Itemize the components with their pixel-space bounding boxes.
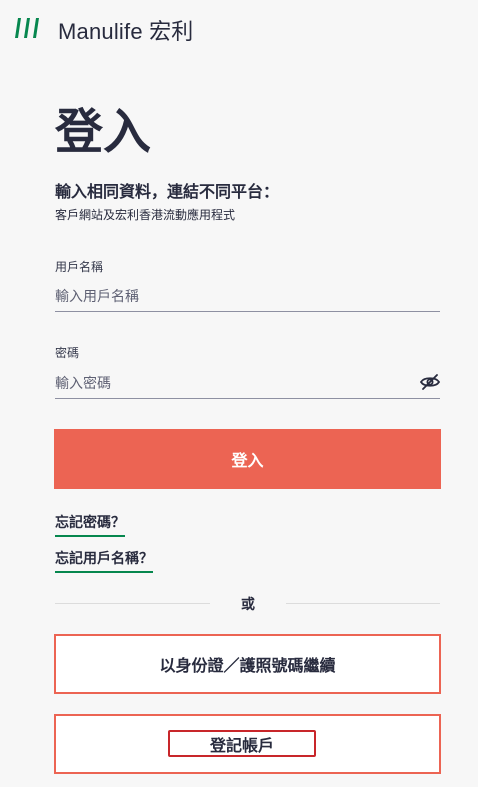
forgot-username-link[interactable]: 忘記用戶名稱？ xyxy=(55,548,153,573)
register-account-label[interactable]: 登記帳戶 xyxy=(168,730,316,757)
username-input[interactable] xyxy=(55,283,440,312)
password-label: 密碼 xyxy=(55,346,80,360)
header: Manulife 宏利 xyxy=(0,0,478,56)
eye-slash-icon[interactable] xyxy=(420,374,440,390)
login-subtitle: 輸入相同資料，連結不同平台： xyxy=(55,182,280,201)
password-input[interactable] xyxy=(55,370,440,399)
manulife-logo-icon[interactable] xyxy=(14,17,40,39)
page-title: 登入 xyxy=(55,104,152,160)
id-passport-continue-button[interactable]: 以身份證／護照號碼繼續 xyxy=(54,634,441,694)
brand-name: Manulife 宏利 xyxy=(58,19,194,44)
or-separator: 或 xyxy=(241,597,255,613)
login-button[interactable]: 登入 xyxy=(54,429,441,489)
divider-left xyxy=(55,603,210,604)
login-subtitle-detail: 客戶網站及宏利香港流動應用程式 xyxy=(55,208,236,222)
forgot-password-link[interactable]: 忘記密碼？ xyxy=(55,512,125,537)
username-label: 用戶名稱 xyxy=(55,260,104,274)
divider-right xyxy=(286,603,440,604)
